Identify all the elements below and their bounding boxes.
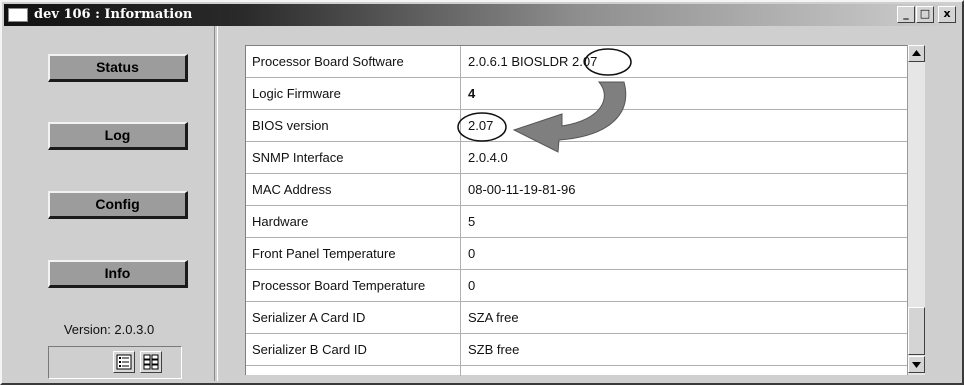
list-view-icon[interactable] bbox=[113, 351, 135, 373]
table-row: MAC Address 08-00-11-19-81-96 bbox=[246, 174, 908, 206]
maximize-button[interactable]: □ bbox=[916, 6, 934, 23]
row-label: Serializer B Card ID bbox=[252, 342, 367, 357]
row-label: Front Panel Temperature bbox=[252, 246, 396, 261]
table-row: SNMP Interface 2.0.4.0 bbox=[246, 142, 908, 174]
row-label: Processor Board Software bbox=[252, 54, 404, 69]
window-controls: _ □ x bbox=[897, 6, 956, 24]
table-row: Serializer A Card ID SZA free bbox=[246, 302, 908, 334]
row-value: 5 bbox=[468, 214, 476, 229]
row-value: 08-00-11-19-81-96 bbox=[468, 182, 576, 197]
scroll-down-arrow-icon[interactable] bbox=[908, 356, 925, 373]
table-row: Processor Board Temperature 0 bbox=[246, 270, 908, 302]
vertical-scrollbar[interactable] bbox=[907, 45, 925, 375]
row-label: Processor Board Temperature bbox=[252, 278, 426, 293]
minimize-button[interactable]: _ bbox=[897, 6, 915, 23]
info-button[interactable]: Info bbox=[48, 260, 188, 288]
nav-panel: Status Log Config Info Version: 2.0.3.0 bbox=[4, 26, 214, 381]
scroll-thumb[interactable] bbox=[908, 307, 925, 355]
row-label: Logic Firmware bbox=[252, 86, 341, 101]
info-table: Processor Board Software 2.0.6.1 BIOSLDR… bbox=[245, 45, 925, 376]
row-label: Hardware bbox=[252, 214, 309, 229]
version-label: Version: 2.0.3.0 bbox=[63, 322, 155, 337]
table-row: Hardware 5 bbox=[246, 206, 908, 238]
info-window: dev 106 : Information _ □ x Status Log C… bbox=[0, 0, 964, 385]
table-row: Processor Board Software 2.0.6.1 BIOSLDR… bbox=[246, 46, 908, 78]
log-button[interactable]: Log bbox=[48, 122, 188, 150]
table-row: Logic Firmware 4 bbox=[246, 78, 908, 110]
view-mode-box bbox=[48, 346, 182, 379]
window-title: dev 106 : Information bbox=[34, 7, 193, 22]
table-row: Front Panel Temperature 0 bbox=[246, 238, 908, 270]
row-value: 2.0.6.1 BIOSLDR 2.07 bbox=[468, 54, 598, 69]
table-row: BIOS version 2.07 bbox=[246, 110, 908, 142]
panel-divider bbox=[214, 26, 218, 381]
row-label: SNMP Interface bbox=[252, 150, 344, 165]
close-button[interactable]: x bbox=[938, 6, 956, 23]
window-icon bbox=[8, 8, 28, 22]
scroll-up-arrow-icon[interactable] bbox=[908, 45, 925, 62]
row-value: 4 bbox=[468, 86, 476, 101]
row-value: 0 bbox=[468, 246, 476, 261]
row-value: 0 bbox=[468, 278, 476, 293]
row-label: MAC Address bbox=[252, 182, 332, 197]
row-value: 2.07 bbox=[468, 118, 494, 133]
config-button[interactable]: Config bbox=[48, 191, 188, 219]
row-label: BIOS version bbox=[252, 118, 329, 133]
title-bar[interactable]: dev 106 : Information _ □ x bbox=[4, 4, 960, 26]
row-label: Serializer A Card ID bbox=[252, 310, 366, 325]
row-value: SZB free bbox=[468, 342, 520, 357]
grid-view-icon[interactable] bbox=[140, 351, 162, 373]
row-value: SZA free bbox=[468, 310, 519, 325]
status-button[interactable]: Status bbox=[48, 54, 188, 82]
table-row: Serializer B Card ID SZB free bbox=[246, 334, 908, 366]
row-value: 2.0.4.0 bbox=[468, 150, 508, 165]
